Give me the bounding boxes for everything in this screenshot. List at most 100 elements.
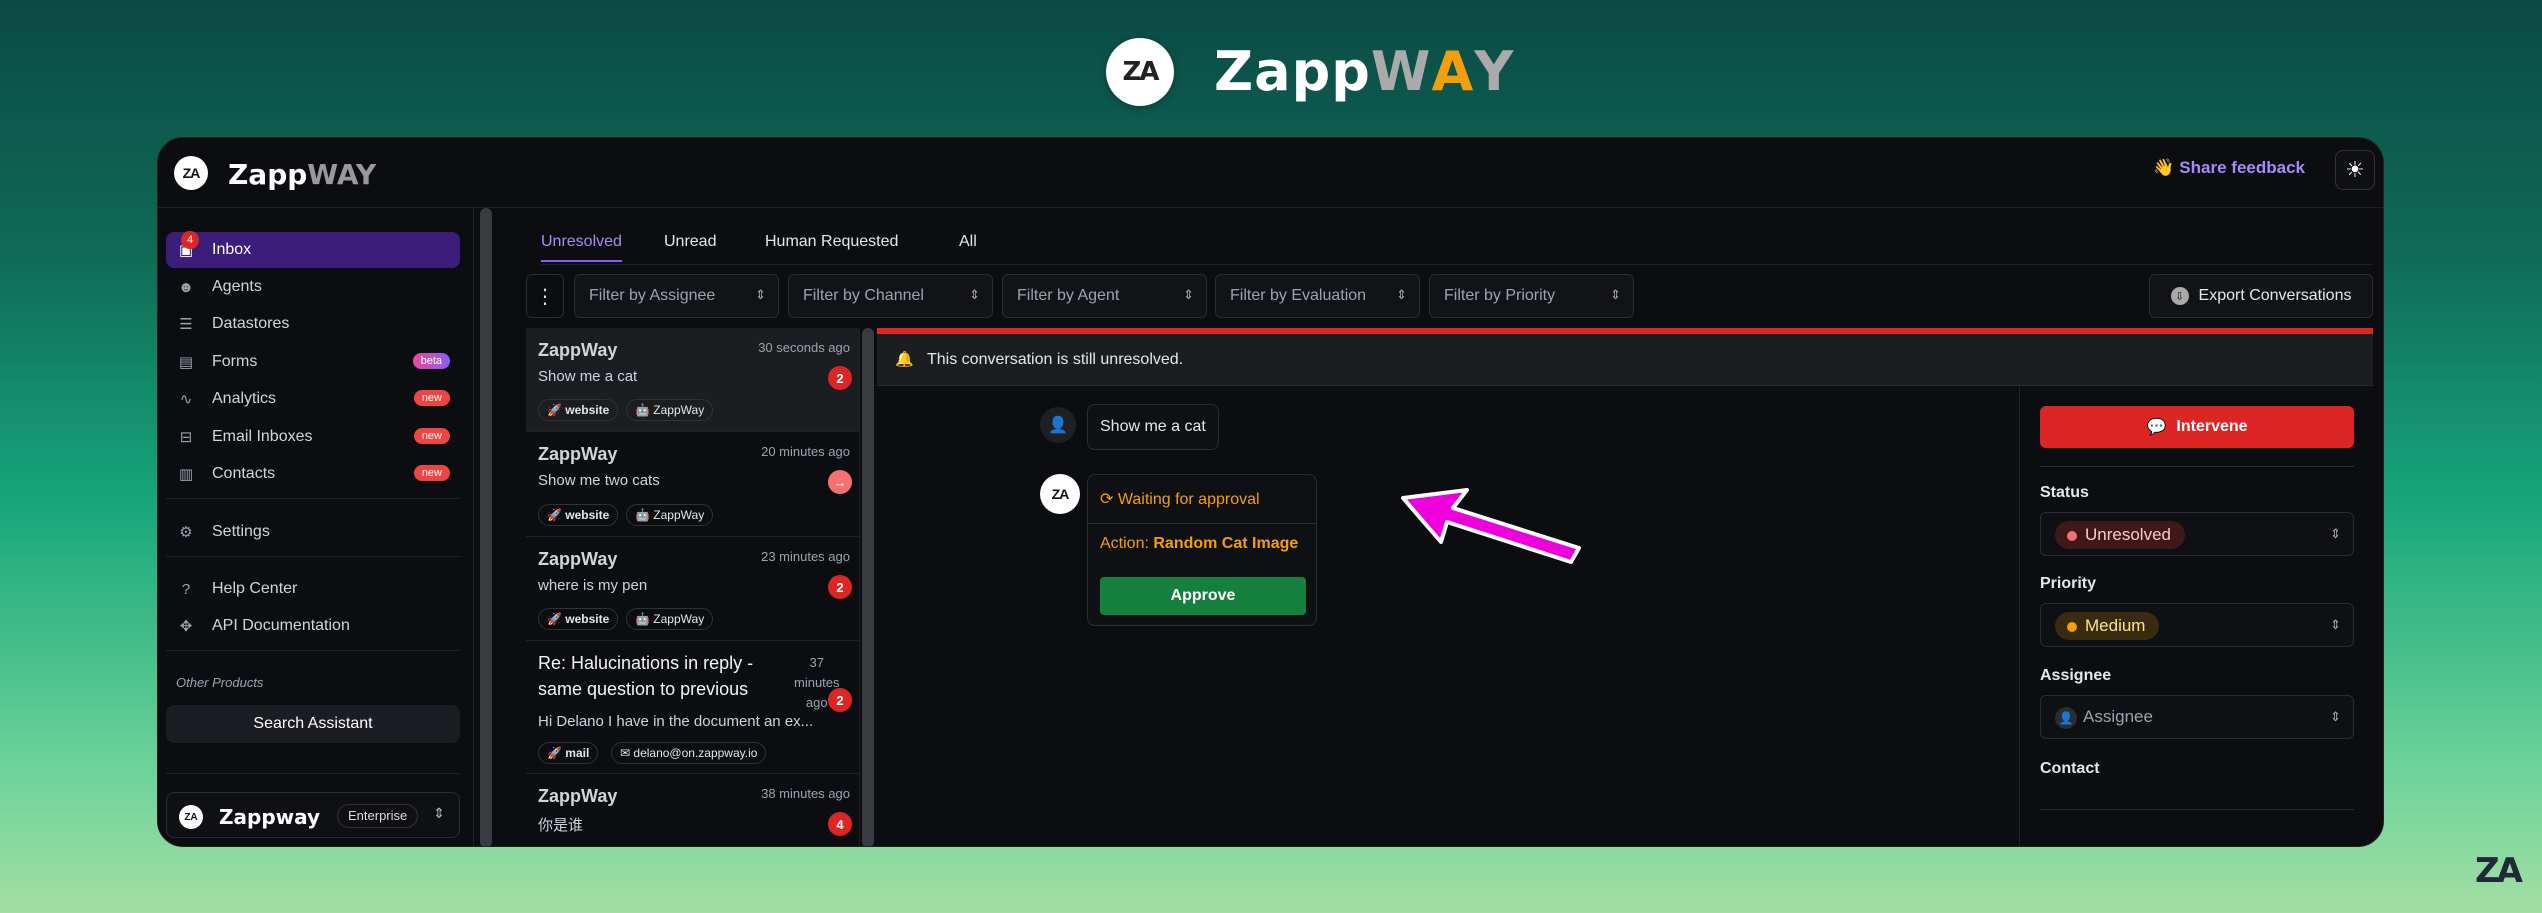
action-label: Action: Random Cat Image bbox=[1100, 535, 1299, 552]
sidebar-item-inbox[interactable]: ▣ 4 Inbox bbox=[166, 231, 460, 268]
tab-human-requested[interactable]: Human Requested bbox=[765, 233, 898, 251]
sidebar-divider bbox=[166, 773, 460, 774]
filter-label: Filter by Priority bbox=[1444, 287, 1556, 304]
assignee-placeholder: Assignee bbox=[2083, 707, 2153, 726]
search-assistant-button[interactable]: Search Assistant bbox=[166, 705, 460, 743]
brand-wordmark: ZappWAY bbox=[1214, 40, 1515, 103]
inbox-count-badge: 4 bbox=[181, 231, 199, 249]
other-products-label: Other Products bbox=[176, 675, 264, 690]
sidebar-item-agents[interactable]: ☻ Agents bbox=[166, 269, 460, 305]
status-select[interactable]: Unresolved ⇕ bbox=[2040, 512, 2354, 556]
chevron-updown-icon: ⇕ bbox=[1396, 287, 1407, 302]
chevron-updown-icon: ⇕ bbox=[755, 287, 766, 302]
conversation-list-scrollbar[interactable] bbox=[862, 328, 874, 846]
conversation-time: 23 minutes ago bbox=[761, 549, 850, 564]
status-label: Status bbox=[2040, 484, 2089, 501]
chevron-updown-icon: ⇕ bbox=[1183, 287, 1194, 302]
banner-text: This conversation is still unresolved. bbox=[927, 351, 1184, 368]
conversation-title: Re: Halucinations in reply - same questio… bbox=[538, 653, 754, 699]
approve-button[interactable]: Approve bbox=[1100, 577, 1306, 615]
conversation-preview: Hi Delano I have in the document an ex..… bbox=[538, 713, 814, 730]
filter-priority-select[interactable]: Filter by Priority ⇕ bbox=[1429, 274, 1634, 318]
contacts-icon: ▥ bbox=[178, 466, 194, 483]
more-options-button[interactable]: ⋮ bbox=[526, 274, 564, 318]
sidebar-item-label: Inbox bbox=[212, 241, 252, 258]
sidebar-item-api-documentation[interactable]: ✥ API Documentation bbox=[166, 608, 460, 644]
sidebar: ▣ 4 Inbox ☻ Agents ☰ Datastores ▤ Forms … bbox=[158, 208, 474, 846]
sidebar-item-label: Contacts bbox=[212, 465, 276, 482]
conversation-item[interactable]: ZappWay 30 seconds ago Show me a cat 2 🚀… bbox=[526, 328, 859, 432]
assignee-select[interactable]: 👤 Assignee ⇕ bbox=[2040, 695, 2354, 739]
chevron-updown-icon: ⇕ bbox=[2330, 617, 2341, 632]
filter-evaluation-select[interactable]: Filter by Evaluation ⇕ bbox=[1215, 274, 1420, 318]
sidebar-item-help-center[interactable]: ? Help Center bbox=[166, 571, 460, 607]
app-logo[interactable]: ZA bbox=[174, 156, 208, 190]
conversation-list: ZappWay 30 seconds ago Show me a cat 2 🚀… bbox=[526, 328, 860, 846]
help-icon: ? bbox=[181, 580, 191, 598]
priority-badge: Medium bbox=[2055, 612, 2160, 640]
conversation-preview: 你是谁 bbox=[538, 817, 584, 834]
conversation-item[interactable]: ZappWay 38 minutes ago 你是谁 4 bbox=[526, 774, 859, 846]
tab-all[interactable]: All bbox=[959, 233, 977, 251]
mailbox-icon: ⊟ bbox=[179, 429, 193, 446]
conversation-time: 20 minutes ago bbox=[761, 444, 850, 459]
sidebar-item-contacts[interactable]: ▥ Contacts new bbox=[166, 456, 460, 492]
priority-select[interactable]: Medium ⇕ bbox=[2040, 603, 2354, 647]
sidebar-item-label: API Documentation bbox=[212, 617, 350, 634]
agent-chip: 🤖 ZappWay bbox=[626, 504, 714, 526]
intervene-label: Intervene bbox=[2176, 418, 2248, 435]
unresolved-banner: 🔔 This conversation is still unresolved. bbox=[877, 334, 2373, 386]
arrow-right-icon: → bbox=[828, 470, 852, 494]
sidebar-item-email-inboxes[interactable]: ⊟ Email Inboxes new bbox=[166, 419, 460, 455]
tabs-divider bbox=[541, 264, 2373, 265]
conversation-item[interactable]: ZappWay 23 minutes ago where is my pen 2… bbox=[526, 537, 859, 641]
vertical-dots-icon: ⋮ bbox=[535, 285, 555, 308]
filter-channel-select[interactable]: Filter by Channel ⇕ bbox=[788, 274, 993, 318]
sidebar-item-analytics[interactable]: ∿ Analytics new bbox=[166, 381, 460, 417]
sidebar-scrollbar[interactable] bbox=[480, 208, 492, 846]
sidebar-divider bbox=[166, 556, 460, 557]
tab-unread[interactable]: Unread bbox=[664, 233, 716, 251]
bell-icon: 🔔 bbox=[895, 351, 914, 368]
sidebar-item-settings[interactable]: ⚙ Settings bbox=[166, 514, 460, 550]
sidebar-item-datastores[interactable]: ☰ Datastores bbox=[166, 306, 460, 342]
channel-chip: 🚀 website bbox=[538, 399, 619, 421]
export-label: Export Conversations bbox=[2198, 287, 2352, 304]
conversation-pane: 🔔 This conversation is still unresolved.… bbox=[877, 328, 2373, 846]
sidebar-item-forms[interactable]: ▤ Forms beta bbox=[166, 344, 460, 380]
sidebar-divider bbox=[166, 498, 460, 499]
conversation-time: 38 minutes ago bbox=[761, 786, 850, 801]
chevron-updown-icon: ⇕ bbox=[969, 287, 980, 302]
organization-switcher[interactable]: ZA Zappway Enterprise ⇕ bbox=[166, 792, 460, 838]
filter-label: Filter by Agent bbox=[1017, 287, 1120, 304]
conversation-item[interactable]: ZappWay 20 minutes ago Show me two cats … bbox=[526, 432, 859, 537]
conversation-item[interactable]: Re: Halucinations in reply - same questio… bbox=[526, 641, 859, 774]
chat-icon: 💬 bbox=[2146, 419, 2167, 436]
intervene-button[interactable]: 💬 Intervene bbox=[2040, 406, 2354, 448]
share-feedback-link[interactable]: 👋 Share feedback bbox=[2153, 158, 2305, 178]
agent-chip: 🤖 ZappWay bbox=[626, 399, 714, 421]
email-chip: ✉ delano@on.zappway.io bbox=[611, 742, 767, 764]
org-logo: ZA bbox=[179, 805, 203, 829]
export-conversations-button[interactable]: ⇩ Export Conversations bbox=[2149, 274, 2373, 318]
unread-count-badge: 4 bbox=[828, 812, 852, 836]
tab-unresolved[interactable]: Unresolved bbox=[541, 233, 622, 262]
chevron-updown-icon: ⇕ bbox=[433, 805, 445, 821]
theme-toggle-button[interactable]: ☀ bbox=[2335, 150, 2375, 190]
conversation-preview: where is my pen bbox=[538, 577, 648, 594]
status-dot bbox=[2067, 531, 2077, 541]
pointer-arrow-annotation bbox=[1401, 488, 1581, 564]
corner-logo: ZA bbox=[2475, 851, 2523, 891]
chart-icon: ∿ bbox=[179, 391, 193, 408]
approval-status: ⟳ Waiting for approval bbox=[1100, 491, 1260, 508]
conversation-preview: Show me a cat bbox=[538, 368, 638, 385]
arrow-shape bbox=[1401, 488, 1581, 564]
form-icon: ▤ bbox=[178, 354, 194, 371]
filter-label: Filter by Channel bbox=[803, 287, 924, 304]
api-icon: ✥ bbox=[179, 618, 193, 635]
filter-assignee-select[interactable]: Filter by Assignee ⇕ bbox=[574, 274, 779, 318]
pending-icon: ⟳ bbox=[1100, 491, 1114, 508]
agent-avatar: ZA bbox=[1040, 474, 1080, 514]
filter-agent-select[interactable]: Filter by Agent ⇕ bbox=[1002, 274, 1207, 318]
sidebar-item-label: Forms bbox=[212, 353, 258, 370]
